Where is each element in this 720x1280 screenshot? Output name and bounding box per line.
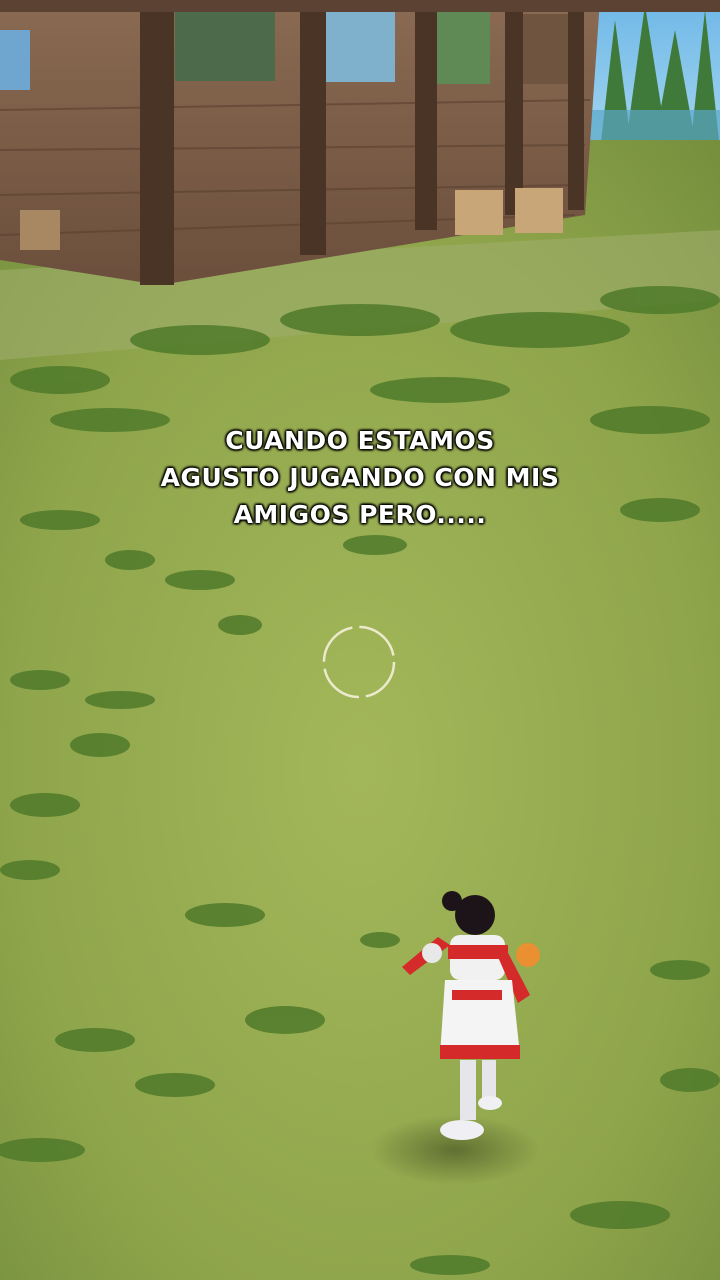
meme-caption: CUANDO ESTAMOS AGUSTO JUGANDO CON MIS AM… — [60, 422, 660, 533]
caption-line-3: AMIGOS PERO..... — [233, 500, 487, 529]
aim-reticle-icon — [322, 625, 396, 699]
caption-line-1: CUANDO ESTAMOS — [225, 426, 495, 455]
game-viewport[interactable]: CUANDO ESTAMOS AGUSTO JUGANDO CON MIS AM… — [0, 0, 720, 1280]
player-character — [402, 891, 540, 1140]
caption-line-2: AGUSTO JUGANDO CON MIS — [160, 463, 560, 492]
